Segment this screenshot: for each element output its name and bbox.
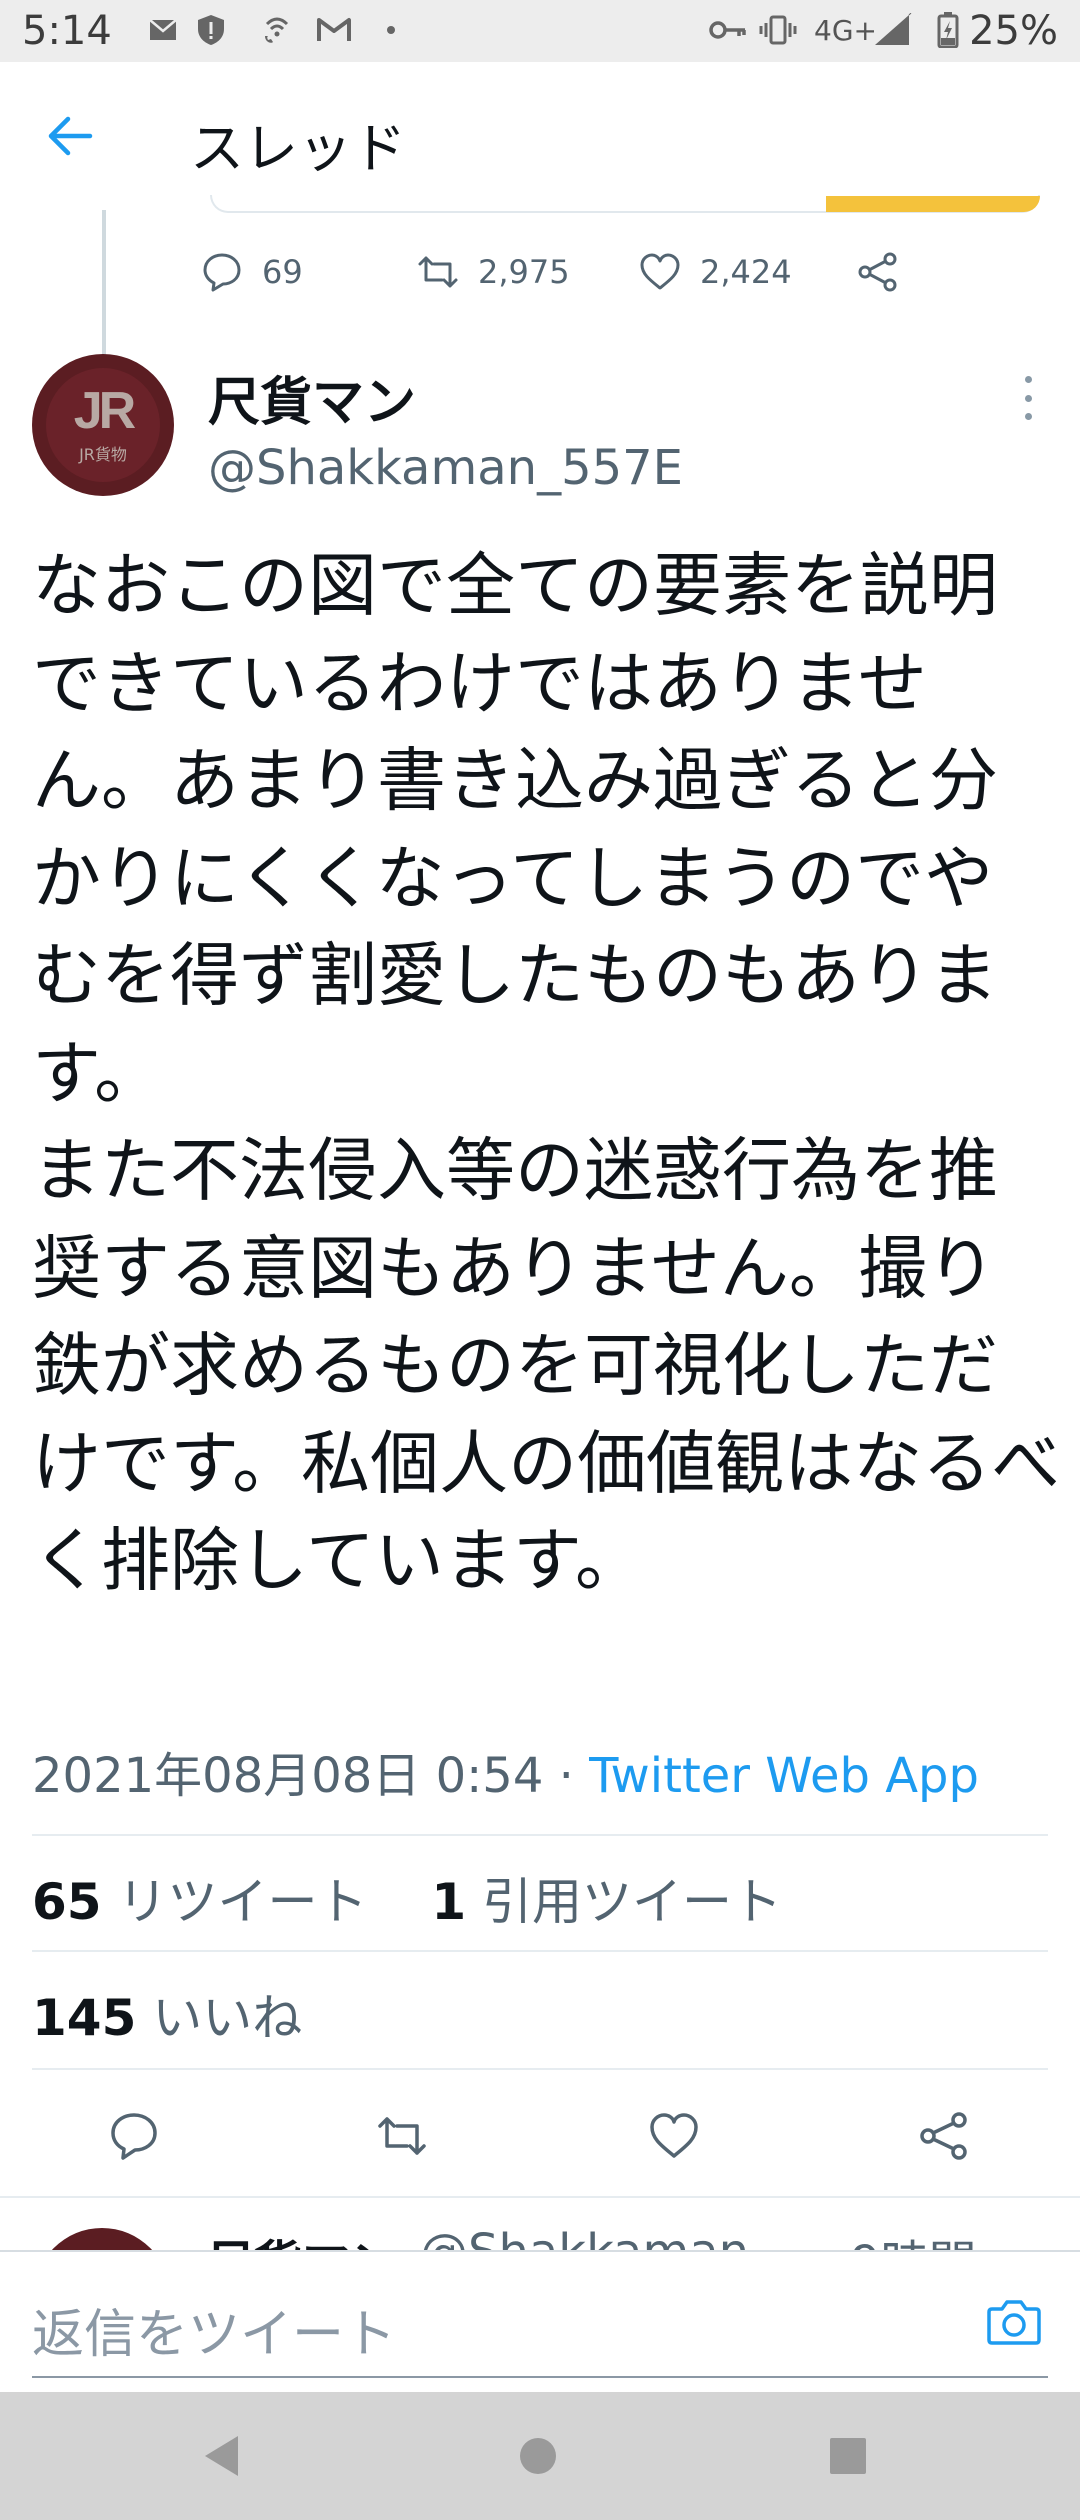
dot-icon — [384, 12, 398, 48]
more-dot-icon — [1024, 376, 1032, 383]
tweet-source-link[interactable]: Twitter Web App — [589, 1748, 979, 1804]
tweet-action-bar — [0, 2096, 1080, 2176]
previous-tweet-actions: 69 2,975 2,424 — [200, 244, 920, 300]
tweet-timestamp[interactable]: 2021年08月08日 0:54 — [32, 1748, 543, 1804]
previous-retweet-button[interactable]: 2,975 — [416, 244, 570, 300]
next-author-handle: @Shakkaman_... — [420, 2224, 819, 2250]
avatar[interactable]: JR JR貨物 — [32, 354, 174, 496]
reply-icon — [111, 2113, 157, 2160]
more-dot-icon — [1024, 394, 1032, 402]
arrow-left-icon — [48, 116, 93, 156]
tweet-meta: 2021年08月08日 0:54 · Twitter Web App — [32, 1736, 979, 1806]
app-header: スレッド — [0, 62, 1080, 210]
tweet-text: なおこの図で全ての要素を説明できているわけではありません。あまり書き込み過ぎると… — [32, 546, 1061, 1601]
triangle-back-icon — [205, 2436, 238, 2476]
reply-button[interactable] — [102, 2104, 166, 2168]
previous-like-button[interactable]: 2,424 — [638, 244, 792, 300]
previous-like-count: 2,424 — [700, 253, 792, 291]
nav-back-button[interactable] — [192, 2426, 252, 2486]
heart-icon — [640, 253, 680, 290]
camera-button[interactable] — [982, 2290, 1046, 2354]
page-title: スレッド — [190, 117, 406, 180]
vibrate-icon — [758, 12, 798, 48]
mail-icon — [148, 12, 178, 48]
retweet-icon — [418, 256, 458, 288]
camera-icon — [987, 2300, 1041, 2345]
retweet-count: 65 — [32, 1873, 102, 1931]
wifi-calling-icon — [260, 12, 294, 48]
gmail-icon — [316, 12, 352, 48]
retweet-icon — [378, 2117, 426, 2155]
retweet-stats-row: 65 リツイート 1 引用ツイート — [32, 1862, 782, 1934]
avatar-logo-subtext: JR貨物 — [79, 445, 127, 464]
signal-icon — [872, 12, 914, 48]
reply-input-underline — [32, 2376, 1048, 2378]
more-options-button[interactable] — [1008, 376, 1048, 420]
next-tweet-time: 9時間 — [850, 2224, 977, 2250]
author-name[interactable]: 尺貨マン — [208, 360, 416, 435]
reply-composer[interactable]: 返信をツイート — [0, 2250, 1080, 2392]
like-button[interactable] — [642, 2104, 706, 2168]
battery-icon — [936, 12, 960, 48]
reply-input[interactable]: 返信をツイート — [32, 2292, 396, 2367]
share-icon — [920, 2112, 967, 2160]
like-label: いいね — [136, 1989, 303, 2047]
next-author-name: 尺貨マン — [206, 2224, 398, 2250]
jr-freight-logo: JR JR貨物 — [46, 368, 160, 482]
divider — [32, 1834, 1048, 1836]
shield-icon — [196, 12, 226, 48]
nav-recents-button[interactable] — [818, 2426, 878, 2486]
previous-reply-count: 69 — [262, 253, 303, 291]
retweets-link[interactable]: 65 リツイート — [32, 1873, 368, 1931]
meta-separator: · — [543, 1748, 590, 1804]
nav-home-button[interactable] — [508, 2426, 568, 2486]
avatar[interactable] — [34, 2228, 170, 2250]
retweet-button[interactable] — [370, 2104, 434, 2168]
reply-icon — [203, 253, 241, 292]
avatar-logo-text: JR — [73, 382, 137, 440]
more-dot-icon — [1024, 413, 1032, 420]
likes-stats-row[interactable]: 145 いいね — [32, 1978, 302, 2050]
battery-percent: 25% — [969, 8, 1058, 54]
status-time: 5:14 — [22, 8, 112, 54]
retweet-label: リツイート — [101, 1873, 368, 1931]
back-button[interactable] — [40, 106, 100, 166]
previous-tweet-card-label — [826, 196, 1040, 212]
quote-label: 引用ツイート — [466, 1873, 783, 1931]
status-bar: 5:14 4G+ 25% — [0, 0, 1080, 62]
quotes-link[interactable]: 1 引用ツイート — [431, 1873, 782, 1931]
share-icon — [858, 252, 897, 292]
thread-connector-line — [102, 210, 106, 355]
author-handle[interactable]: @Shakkaman_557E — [208, 440, 683, 496]
divider — [32, 2068, 1048, 2070]
quote-count: 1 — [431, 1873, 467, 1931]
previous-reply-button[interactable]: 69 — [200, 244, 303, 300]
divider — [32, 1950, 1048, 1952]
square-recents-icon — [830, 2438, 866, 2474]
heart-icon — [650, 2113, 698, 2158]
previous-retweet-count: 2,975 — [478, 253, 570, 291]
circle-home-icon — [520, 2438, 556, 2474]
share-button[interactable] — [912, 2104, 976, 2168]
network-type: 4G+ — [814, 14, 877, 47]
key-icon — [708, 12, 748, 48]
system-nav-bar — [0, 2392, 1080, 2520]
previous-share-button[interactable] — [856, 244, 900, 300]
next-tweet-peek[interactable]: 尺貨マン @Shakkaman_... 9時間 — [0, 2198, 1080, 2250]
like-count: 145 — [32, 1989, 137, 2047]
